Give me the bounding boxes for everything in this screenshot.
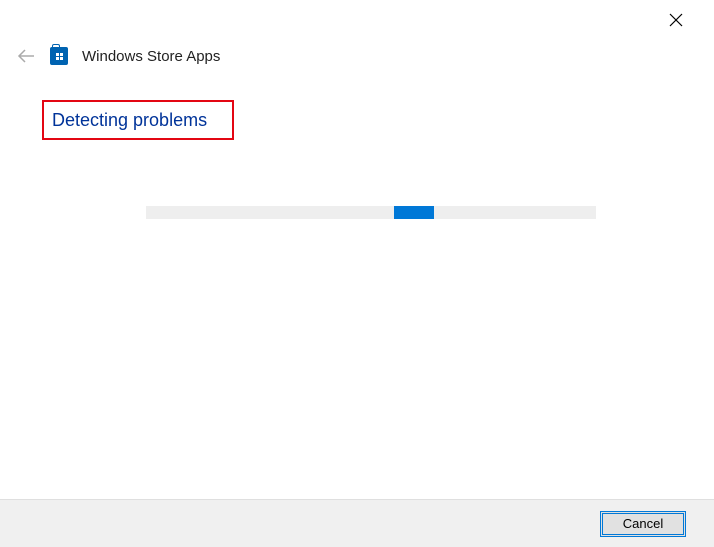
footer: Cancel bbox=[0, 499, 714, 547]
close-button[interactable] bbox=[656, 5, 696, 35]
store-icon bbox=[50, 47, 68, 65]
back-arrow-icon bbox=[17, 49, 35, 63]
highlight-annotation: Detecting problems bbox=[42, 100, 234, 140]
titlebar bbox=[0, 0, 714, 40]
status-heading: Detecting problems bbox=[52, 110, 207, 131]
cancel-button[interactable]: Cancel bbox=[600, 511, 686, 537]
app-title: Windows Store Apps bbox=[82, 48, 220, 65]
back-button[interactable] bbox=[16, 46, 36, 66]
close-icon bbox=[669, 13, 683, 27]
progress-indicator bbox=[394, 206, 434, 219]
header: Windows Store Apps bbox=[16, 46, 220, 66]
progress-bar bbox=[146, 206, 596, 219]
